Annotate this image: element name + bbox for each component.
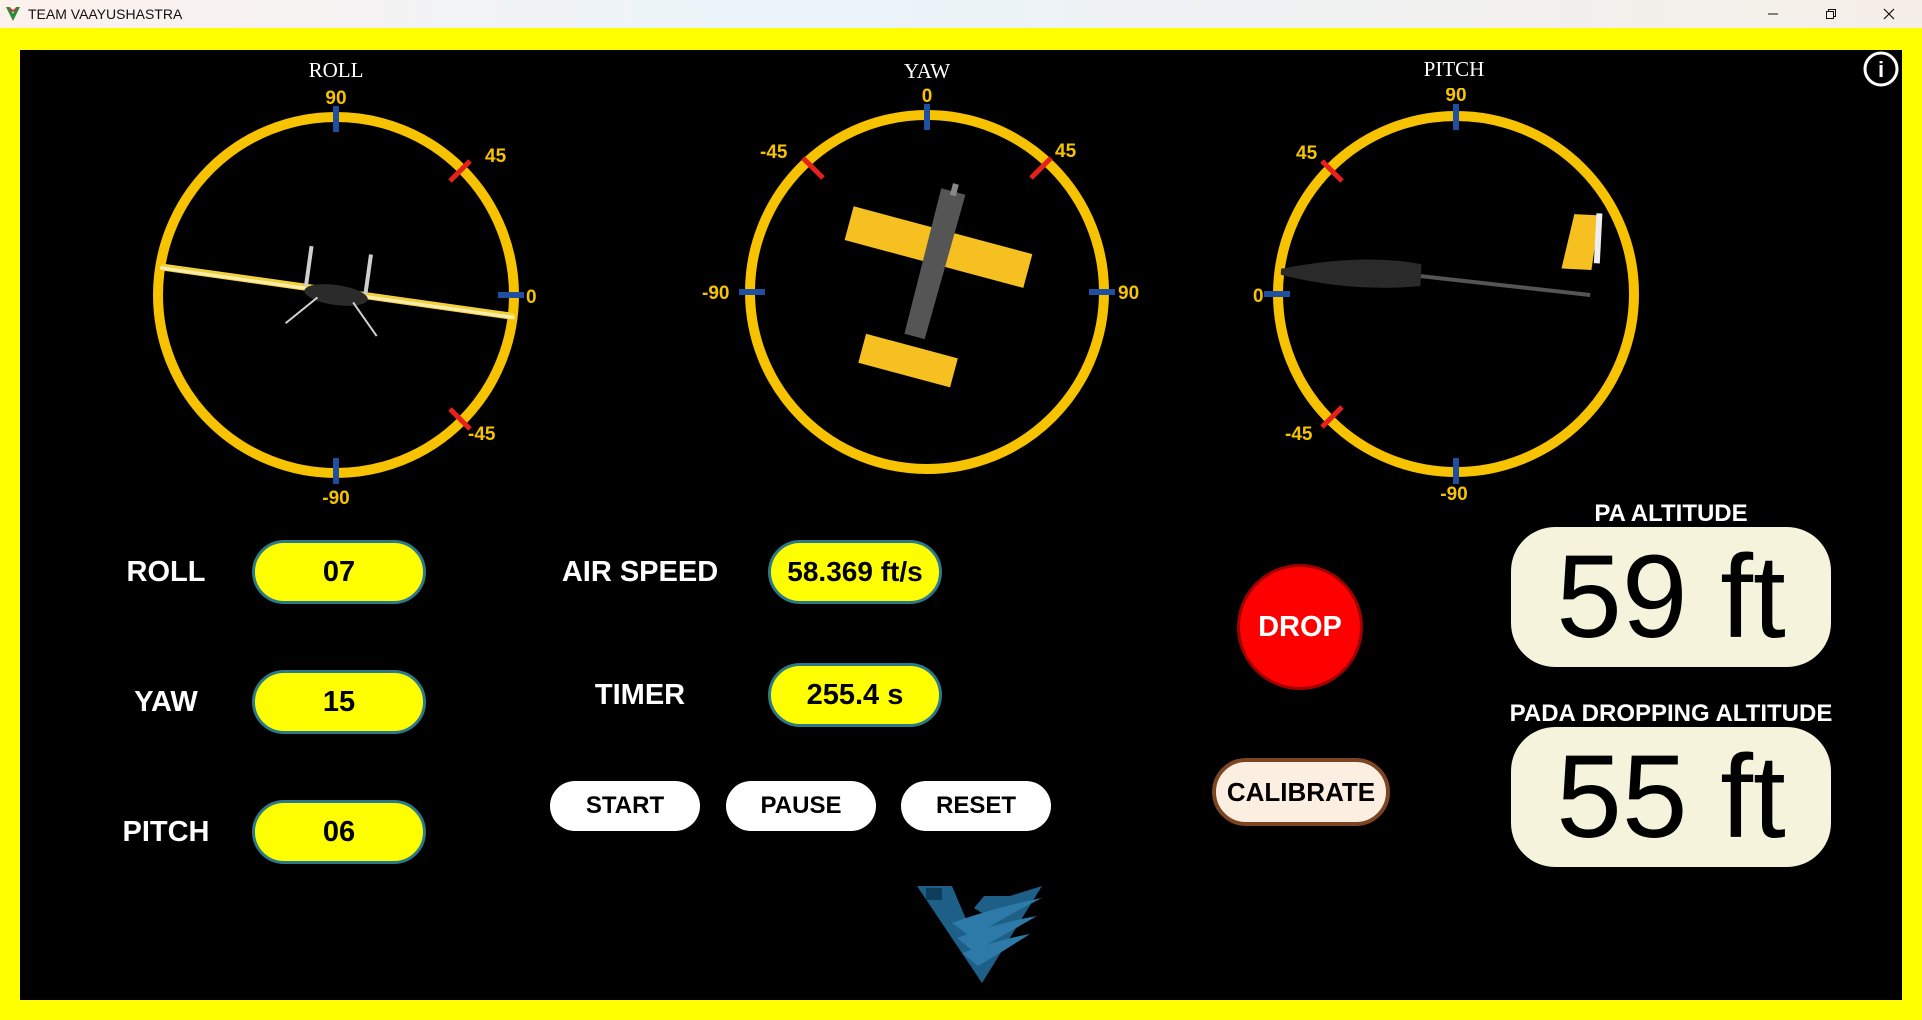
pitch-tick-90: 90 xyxy=(1445,88,1466,106)
roll-label: ROLL xyxy=(126,556,206,588)
yaw-tick-45: 45 xyxy=(1055,141,1077,162)
pa-altitude-title: PA ALTITUDE xyxy=(1594,500,1748,527)
timer-label: TIMER xyxy=(594,679,686,711)
yaw-label: YAW xyxy=(134,686,198,718)
pa-altitude-value: 59 ft xyxy=(1511,527,1831,667)
start-button[interactable]: START xyxy=(550,781,700,831)
pitch-value: 06 xyxy=(252,800,426,864)
pitch-tick-0: 0 xyxy=(1253,286,1264,307)
yaw-gauge: 0 -45 45 -90 90 xyxy=(702,88,1139,474)
yaw-value: 15 xyxy=(252,670,426,734)
pitch-tick-45: 45 xyxy=(1296,143,1318,164)
yaw-aircraft-icon xyxy=(844,183,1033,388)
roll-tick-0: 0 xyxy=(526,287,537,308)
roll-tick-90: 90 xyxy=(325,90,346,109)
info-icon[interactable]: i xyxy=(1863,51,1899,87)
minimize-icon xyxy=(1768,13,1778,15)
pada-altitude-title: PADA DROPPING ALTITUDE xyxy=(1509,700,1833,727)
roll-value: 07 xyxy=(252,540,426,604)
roll-tick-minus90: -90 xyxy=(322,488,349,509)
pitch-gauge: 90 45 0 -45 -90 xyxy=(1253,88,1639,505)
close-icon xyxy=(1883,8,1895,20)
roll-aircraft-icon xyxy=(159,245,515,337)
roll-gauge-title: ROLL xyxy=(308,58,364,82)
drop-button[interactable]: DROP xyxy=(1237,564,1363,690)
team-logo xyxy=(917,886,1042,983)
pada-altitude-value: 55 ft xyxy=(1511,727,1831,867)
reset-button[interactable]: RESET xyxy=(901,781,1051,831)
minimize-button[interactable] xyxy=(1744,0,1802,28)
yaw-gauge-title: YAW xyxy=(903,59,951,83)
pitch-label: PITCH xyxy=(122,816,210,848)
restore-button[interactable] xyxy=(1802,0,1860,28)
yaw-tick-0: 0 xyxy=(922,88,933,107)
restore-icon xyxy=(1826,9,1836,19)
svg-text:i: i xyxy=(1878,57,1884,82)
roll-gauge: 90 45 0 -45 -90 xyxy=(153,90,537,509)
app-logo-icon xyxy=(6,7,20,21)
pitch-tick-minus45: -45 xyxy=(1285,424,1313,445)
close-button[interactable] xyxy=(1860,0,1918,28)
yaw-tick-minus45: -45 xyxy=(760,142,788,163)
yaw-tick-90: 90 xyxy=(1118,283,1139,304)
air-speed-label: AIR SPEED xyxy=(561,556,719,588)
roll-tick-45: 45 xyxy=(485,146,507,167)
roll-tick-minus45: -45 xyxy=(468,424,496,445)
yaw-tick-minus90: -90 xyxy=(702,283,729,304)
air-speed-value: 58.369 ft/s xyxy=(768,540,942,604)
pitch-gauge-title: PITCH xyxy=(1423,57,1485,81)
timer-value: 255.4 s xyxy=(768,663,942,727)
title-bar: TEAM VAAYUSHASTRA xyxy=(0,0,1922,28)
pause-button[interactable]: PAUSE xyxy=(726,781,876,831)
window-title: TEAM VAAYUSHASTRA xyxy=(28,6,183,22)
pitch-aircraft-icon xyxy=(1280,213,1603,298)
calibrate-button[interactable]: CALIBRATE xyxy=(1212,758,1390,826)
